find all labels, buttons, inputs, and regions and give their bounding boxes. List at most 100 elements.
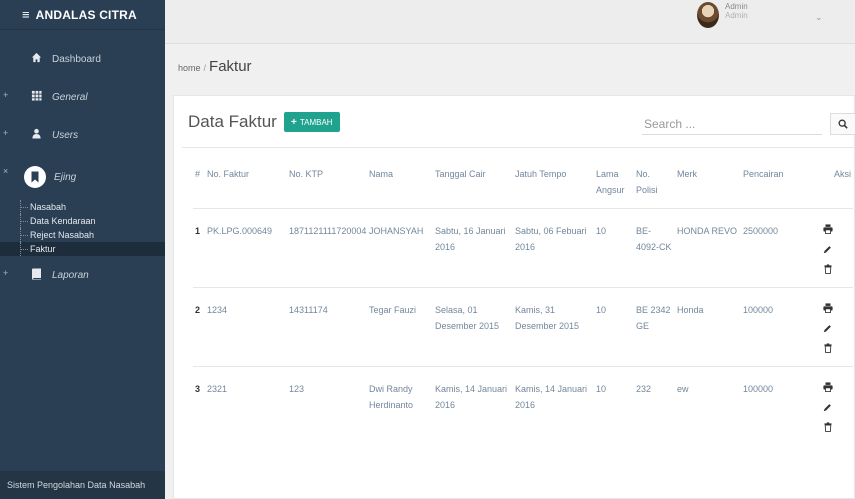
user-icon	[28, 128, 44, 142]
cell-nama: Dwi Randy Herdinanto	[367, 366, 433, 445]
column-header: Lama Angsur	[596, 169, 625, 195]
print-icon[interactable]	[822, 381, 833, 395]
print-icon[interactable]	[822, 223, 833, 237]
breadcrumb-home[interactable]: home	[178, 63, 201, 73]
panel-divider	[182, 147, 855, 148]
cell-jatuh-tempo: Sabtu, 06 Febuari 2016	[513, 208, 594, 288]
submenu-item-data-kendaraan[interactable]: Data Kendaraan	[16, 214, 165, 228]
ejing-submenu: Nasabah Data Kendaraan Reject Nasabah Fa…	[0, 200, 165, 256]
edit-icon[interactable]	[823, 322, 832, 336]
sidebar-menu: Dashboard + General + Users × Ejing Nasa…	[0, 40, 165, 294]
delete-icon[interactable]	[823, 421, 832, 435]
sidebar-item-dashboard[interactable]: Dashboard	[0, 40, 165, 78]
cell-pencairan: 100000	[741, 366, 802, 445]
cell-no-ktp: 123	[287, 366, 367, 445]
faktur-table: # No. Faktur No. KTP Nama Tanggal Cair J…	[193, 166, 853, 445]
page-title: Faktur	[209, 58, 252, 75]
top-navbar: Admin Admin ⌄	[165, 0, 855, 44]
column-header: No. Faktur	[207, 169, 250, 179]
search-input[interactable]	[642, 113, 822, 135]
home-icon	[28, 52, 44, 66]
table-row: 3 2321 123 Dwi Randy Herdinanto Kamis, 1…	[193, 366, 853, 445]
add-button[interactable]: + TAMBAH	[284, 112, 340, 132]
column-header: Tanggal Cair	[435, 169, 486, 179]
brand-name: ANDALAS CITRA	[35, 7, 137, 22]
sidebar: ≡ ANDALAS CITRA Dashboard + General + Us…	[0, 0, 165, 499]
user-name: Admin	[725, 2, 748, 11]
sidebar-footer: Sistem Pengolahan Data Nasabah	[0, 471, 165, 499]
bookmark-icon	[24, 166, 46, 188]
sidebar-item-users[interactable]: + Users	[0, 116, 165, 154]
column-header: Merk	[677, 169, 697, 179]
cell-nama: Tegar Fauzi	[367, 287, 433, 367]
delete-icon[interactable]	[823, 342, 832, 356]
cell-lama-angsur: 10	[594, 366, 634, 445]
table-header: # No. Faktur No. KTP Nama Tanggal Cair J…	[193, 166, 853, 209]
sidebar-item-label: General	[52, 91, 88, 103]
column-header: No. KTP	[289, 169, 324, 179]
user-role: Admin	[725, 11, 748, 20]
collapse-icon: ×	[3, 166, 9, 176]
cell-aksi	[802, 287, 853, 367]
delete-icon[interactable]	[823, 263, 832, 277]
cell-lama-angsur: 10	[594, 287, 634, 367]
cell-jatuh-tempo: Kamis, 14 Januari 2016	[513, 366, 594, 445]
cell-aksi	[802, 208, 853, 288]
cell-no-faktur: 1234	[205, 287, 287, 367]
cell-lama-angsur: 10	[594, 208, 634, 288]
cell-no-faktur: 2321	[205, 366, 287, 445]
sidebar-item-laporan[interactable]: + Laporan	[0, 256, 165, 294]
submenu-item-nasabah[interactable]: Nasabah	[16, 200, 165, 214]
edit-icon[interactable]	[823, 243, 832, 257]
book-icon	[28, 268, 44, 283]
cell-nama: JOHANSYAH	[367, 208, 433, 288]
column-header: Nama	[369, 169, 394, 179]
cell-no-polisi: BE-4092-CK	[634, 208, 675, 288]
cell-no-polisi: 232	[634, 366, 675, 445]
expand-icon: +	[3, 128, 9, 138]
sidebar-item-label: Laporan	[52, 269, 89, 281]
brand[interactable]: ≡ ANDALAS CITRA	[0, 0, 165, 30]
cell-pencairan: 2500000	[741, 208, 802, 288]
breadcrumb-separator: /	[203, 63, 207, 73]
panel-title: Data Faktur	[188, 112, 277, 131]
submenu-item-reject-nasabah[interactable]: Reject Nasabah	[16, 228, 165, 242]
cell-no-faktur: PK.LPG.000649	[205, 208, 287, 288]
avatar[interactable]	[697, 2, 719, 28]
cell-no-polisi: BE 2342 GE	[634, 287, 675, 367]
cell-no-ktp: 14311174	[287, 287, 367, 367]
sidebar-item-general[interactable]: + General	[0, 78, 165, 116]
sidebar-item-ejing[interactable]: × Ejing	[0, 154, 165, 200]
cell-tanggal-cair: Sabtu, 16 Januari 2016	[433, 208, 513, 288]
submenu-item-faktur[interactable]: Faktur	[0, 242, 165, 256]
column-header: Pencairan	[743, 169, 784, 179]
user-profile[interactable]: Admin Admin	[697, 2, 748, 28]
table-row: 1 PK.LPG.000649 1871121111720004 JOHANSY…	[193, 208, 853, 288]
row-number: 1	[193, 208, 205, 288]
expand-icon: +	[3, 268, 9, 278]
search-button[interactable]	[830, 113, 855, 135]
plus-icon: +	[291, 116, 297, 128]
cell-merk: ew	[675, 366, 741, 445]
user-info: Admin Admin	[725, 2, 748, 20]
grid-icon	[28, 90, 44, 104]
menu-toggle-icon[interactable]: ≡	[22, 7, 30, 22]
sidebar-item-label: Dashboard	[52, 53, 101, 65]
cell-tanggal-cair: Selasa, 01 Desember 2015	[433, 287, 513, 367]
cell-merk: Honda	[675, 287, 741, 367]
search-icon	[838, 119, 848, 129]
cell-jatuh-tempo: Kamis, 31 Desember 2015	[513, 287, 594, 367]
chevron-down-icon[interactable]: ⌄	[815, 12, 823, 23]
sidebar-item-label: Ejing	[54, 171, 77, 183]
column-header: Jatuh Tempo	[515, 169, 567, 179]
row-number: 2	[193, 287, 205, 367]
edit-icon[interactable]	[823, 401, 832, 415]
cell-merk: HONDA REVO	[675, 208, 741, 288]
cell-aksi	[802, 366, 853, 445]
column-header: Aksi	[833, 169, 851, 179]
cell-tanggal-cair: Kamis, 14 Januari 2016	[433, 366, 513, 445]
cell-pencairan: 100000	[741, 287, 802, 367]
add-button-label: TAMBAH	[299, 117, 333, 127]
print-icon[interactable]	[822, 302, 833, 316]
column-header: #	[195, 169, 201, 179]
